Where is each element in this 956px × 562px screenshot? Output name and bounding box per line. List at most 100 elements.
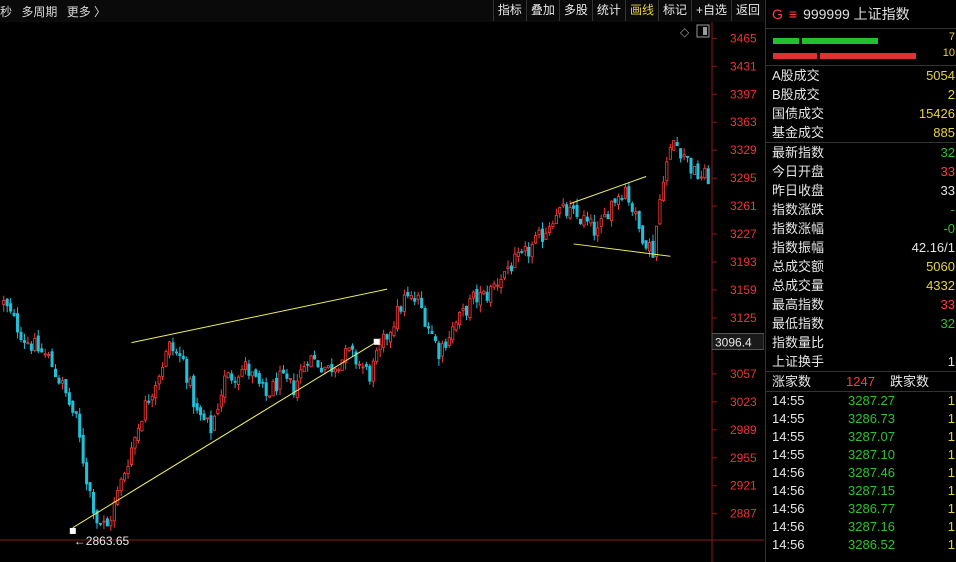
y-tick-label: 3431 xyxy=(730,59,757,73)
candle-body xyxy=(195,403,199,411)
statistics-button[interactable]: 统计 xyxy=(591,0,625,21)
stat-value: 2 xyxy=(947,87,955,102)
stat-label: A股成交 xyxy=(772,68,820,83)
y-tick-label: 3057 xyxy=(730,367,757,381)
candle-body xyxy=(375,349,379,362)
y-tick-label: 3329 xyxy=(730,143,757,157)
candle-body xyxy=(413,298,417,302)
index-stat-row: 昨日收盘 33 xyxy=(766,181,956,200)
turnover-row: A股成交 5054 xyxy=(766,66,956,85)
turnover-section: A股成交 5054 B股成交 2 国债成交 15426 基金成交 885 xyxy=(766,66,956,143)
menu-icon[interactable]: ≡ xyxy=(789,6,797,22)
stat-label: 指数涨跌 xyxy=(772,202,825,217)
tick-list[interactable]: 14:55 3287.27 1 14:55 3286.73 1 14:55 3287.07 1 1… xyxy=(766,392,956,554)
candle-body xyxy=(67,392,71,405)
candle-body xyxy=(423,307,427,327)
candle-body xyxy=(2,299,6,305)
back-button[interactable]: 返回 xyxy=(730,0,764,21)
tick-time: 14:55 xyxy=(772,447,805,462)
tick-row: 14:55 3287.07 1 xyxy=(766,428,956,446)
candle-body xyxy=(406,291,410,297)
turnover-row: B股成交 2 xyxy=(766,85,956,104)
tick-volume: 1 xyxy=(947,393,955,408)
candle-body xyxy=(19,331,23,341)
candle-body xyxy=(464,305,469,316)
stat-value: 4332 xyxy=(926,278,955,293)
draw-line-button[interactable]: 画线 xyxy=(624,0,658,21)
candle-body xyxy=(333,368,337,373)
candle-body xyxy=(257,373,261,384)
candle-body xyxy=(40,348,44,353)
candle-body xyxy=(181,355,185,360)
stat-label: 基金成交 xyxy=(772,125,825,140)
y-tick-label: 3159 xyxy=(730,283,757,297)
stat-value: 42.16/1 xyxy=(911,240,955,255)
candle-body xyxy=(109,520,113,527)
candle-body xyxy=(544,232,548,241)
tick-volume: 1 xyxy=(947,429,955,444)
index-stat-row: 最新指数 32 xyxy=(766,143,956,162)
candle-body xyxy=(313,355,317,360)
candle-body xyxy=(347,347,351,352)
candle-body xyxy=(306,363,310,366)
candle-body xyxy=(630,203,634,212)
candle-body xyxy=(644,240,648,249)
candlestick-chart[interactable]: 3465 3431 3397 3363 3329 3295 3261 3227 3193 3159… xyxy=(0,22,764,562)
candle-body xyxy=(16,313,20,333)
candle-body xyxy=(240,368,244,377)
y-tick-label: 2887 xyxy=(730,507,757,521)
candle-body xyxy=(161,367,165,377)
candle-body xyxy=(281,369,286,374)
stat-label: 昨日收盘 xyxy=(772,183,825,198)
chart-canvas[interactable]: 3465 3431 3397 3363 3329 3295 3261 3227 3193 3159… xyxy=(0,22,764,562)
candle-body xyxy=(534,235,538,244)
candle-body xyxy=(675,142,679,147)
candle-body xyxy=(648,242,652,252)
candle-body xyxy=(392,326,396,336)
candle-body xyxy=(409,295,413,299)
candle-body xyxy=(299,369,303,379)
candle-body xyxy=(520,251,524,253)
period-more[interactable]: 更多 〉 xyxy=(67,5,106,19)
g-icon[interactable]: G xyxy=(772,6,783,22)
trendline-handle[interactable] xyxy=(373,338,380,345)
candle-body xyxy=(219,394,223,408)
overlay-button[interactable]: 叠加 xyxy=(525,0,559,21)
candle-body xyxy=(216,408,220,414)
multi-stock-button[interactable]: 多股 xyxy=(558,0,592,21)
candle-body xyxy=(64,379,68,394)
candle-body xyxy=(129,447,134,465)
candle-body xyxy=(578,218,583,225)
candle-body xyxy=(402,294,406,312)
add-watchlist-button[interactable]: +自选 xyxy=(690,0,731,21)
tick-price: 3287.46 xyxy=(848,465,895,480)
candle-body xyxy=(582,215,586,226)
candle-body xyxy=(268,395,272,398)
candle-body xyxy=(323,366,327,370)
candle-body xyxy=(454,322,458,331)
candle-body xyxy=(192,375,196,408)
candle-body xyxy=(50,351,54,368)
y-tick-label: 3023 xyxy=(730,395,757,409)
stat-value: 1 xyxy=(947,354,955,369)
candle-body xyxy=(105,518,109,527)
candle-body xyxy=(478,292,482,306)
candle-body xyxy=(102,520,106,523)
candle-body xyxy=(458,312,462,325)
candle-body xyxy=(264,382,268,396)
quote-panel: G ≡ 999999 上证指数 7 10 A股成交 5054 B股成交 2 国债成交 1542… xyxy=(765,0,956,562)
candle-body xyxy=(530,244,534,258)
candle-body xyxy=(85,462,89,485)
period-multi[interactable]: 多周期 xyxy=(21,5,57,19)
candle-body xyxy=(382,333,386,348)
diamond-icon[interactable]: ◇ xyxy=(680,25,690,39)
tick-price: 3287.15 xyxy=(848,483,895,498)
candle-body xyxy=(692,166,696,176)
indicator-button[interactable]: 指标 xyxy=(492,0,526,21)
mark-button[interactable]: 标记 xyxy=(657,0,691,21)
period-seconds[interactable]: 秒 xyxy=(0,5,12,19)
y-tick-label: 3261 xyxy=(730,199,757,213)
index-stat-row: 总成交量 4332 xyxy=(766,276,956,295)
candle-body xyxy=(565,204,569,216)
advancers-count: 1247 xyxy=(846,374,875,389)
